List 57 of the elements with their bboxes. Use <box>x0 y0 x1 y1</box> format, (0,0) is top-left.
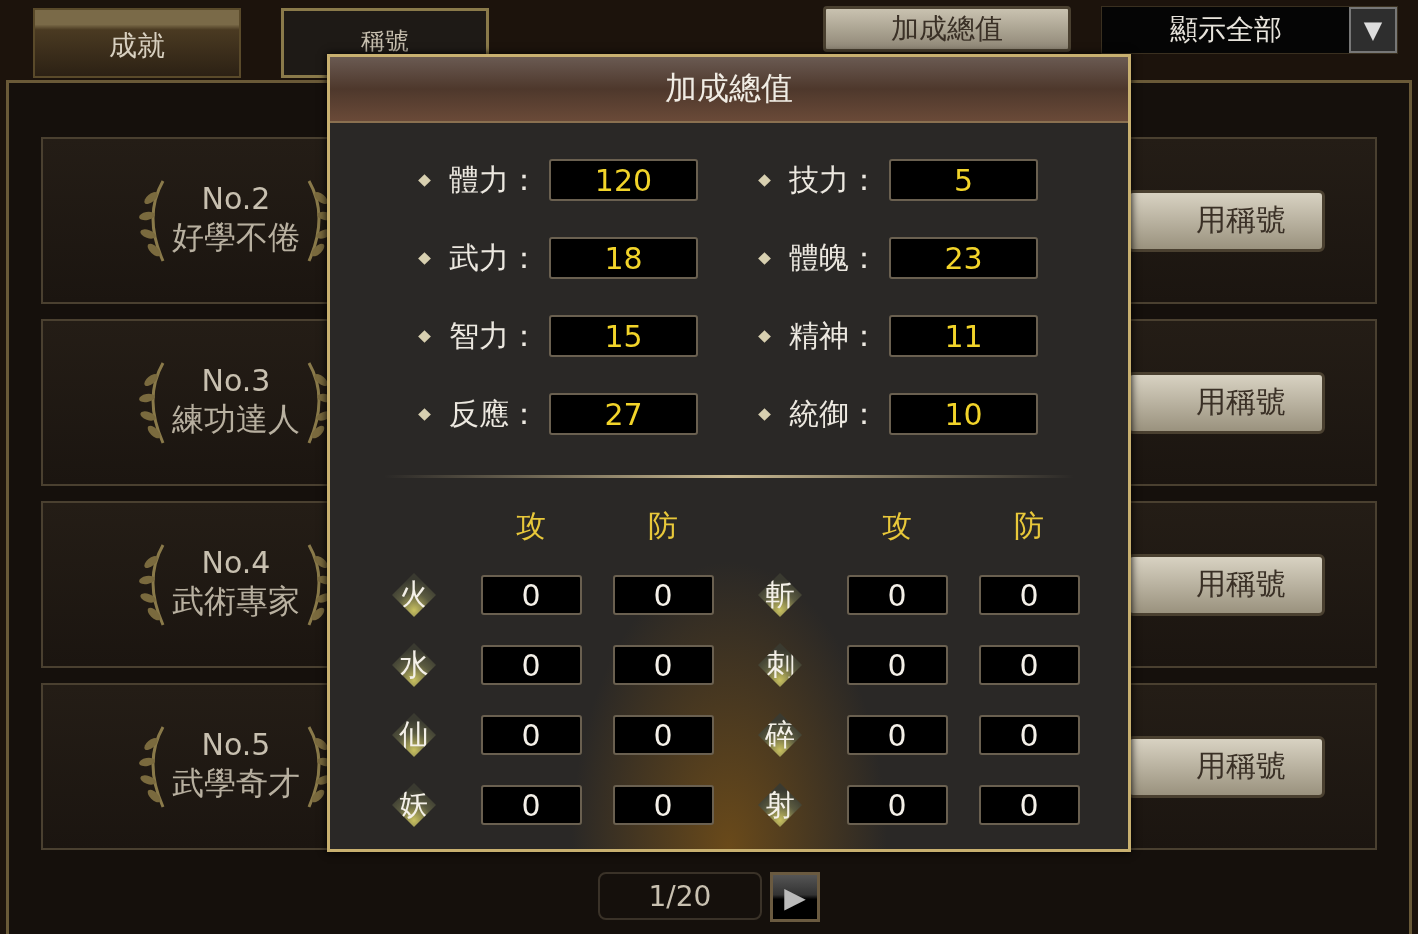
attack-value: 0 <box>846 785 948 825</box>
stat-value: 10 <box>889 393 1038 435</box>
column-header: 攻 <box>882 507 912 545</box>
stat-value: 15 <box>549 315 698 357</box>
title-rank: No.5 <box>201 727 271 762</box>
defense-value: 0 <box>612 575 714 615</box>
stat-value: 27 <box>549 393 698 435</box>
next-page-button[interactable]: ▶ <box>770 872 820 922</box>
attack-value: 0 <box>846 575 948 615</box>
stat-label: 體力： <box>449 160 540 199</box>
stat-label: 精神： <box>789 316 880 355</box>
title-rank: No.2 <box>201 181 271 216</box>
defense-value: 0 <box>612 785 714 825</box>
stat-value: 23 <box>889 237 1038 279</box>
title-name: 武學奇才 <box>172 763 300 804</box>
caret-icon[interactable]: ▼ <box>1349 7 1397 53</box>
defense-value: 0 <box>978 785 1080 825</box>
defense-value: 0 <box>978 715 1080 755</box>
stat-label: 智力： <box>449 316 540 355</box>
stat-value: 18 <box>549 237 698 279</box>
title-name: 練功達人 <box>172 399 300 440</box>
column-header: 防 <box>648 507 678 545</box>
element-badge: 斬 <box>758 573 802 617</box>
page-indicator: 1/20 <box>598 872 762 920</box>
stat-label: 技力： <box>789 160 880 199</box>
title-rank: No.4 <box>201 545 271 580</box>
column-header: 攻 <box>516 507 546 545</box>
stat-value: 5 <box>889 159 1038 201</box>
element-badge: 射 <box>758 783 802 827</box>
title-name: 好學不倦 <box>172 217 300 258</box>
element-badge: 水 <box>392 643 436 687</box>
attack-value: 0 <box>480 645 582 685</box>
bonus-total-button[interactable]: 加成總值 <box>823 6 1071 52</box>
stat-label: 反應： <box>449 394 540 433</box>
tab[interactable]: 成就 <box>33 8 241 78</box>
dropdown-value: 顯示全部 <box>1168 12 1283 48</box>
filter-dropdown[interactable]: 顯示全部 ▼ <box>1101 6 1398 54</box>
defense-value: 0 <box>978 575 1080 615</box>
attack-value: 0 <box>480 575 582 615</box>
title-rank: No.3 <box>201 363 271 398</box>
attack-value: 0 <box>480 785 582 825</box>
title-name: 武術專家 <box>172 581 300 622</box>
attack-value: 0 <box>846 715 948 755</box>
stat-label: 統御： <box>789 394 880 433</box>
stat-label: 體魄： <box>789 238 880 277</box>
stat-value: 11 <box>889 315 1038 357</box>
stat-value: 120 <box>549 159 698 201</box>
element-badge: 仙 <box>392 713 436 757</box>
element-badge: 碎 <box>758 713 802 757</box>
defense-value: 0 <box>978 645 1080 685</box>
column-header: 防 <box>1014 507 1044 545</box>
dialog-title: 加成總值 <box>330 57 1128 123</box>
defense-value: 0 <box>612 715 714 755</box>
stat-label: 武力： <box>449 238 540 277</box>
defense-value: 0 <box>612 645 714 685</box>
attack-value: 0 <box>480 715 582 755</box>
attack-value: 0 <box>846 645 948 685</box>
